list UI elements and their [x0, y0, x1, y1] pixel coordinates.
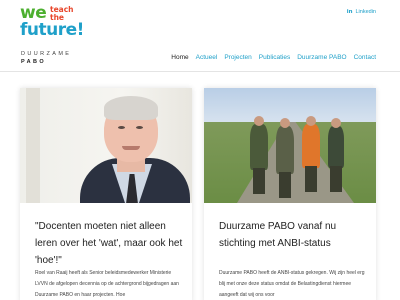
nav-item-actueel[interactable]: Actueel	[196, 54, 218, 61]
logo-word-future: future!	[20, 20, 84, 40]
news-card-anbi[interactable]: Duurzame PABO vanaf nu stichting met ANB…	[204, 88, 376, 300]
logo-subtitle-pabo: PABO	[21, 59, 47, 65]
logo[interactable]: we teach the future! DUURZAME PABO	[20, 5, 84, 67]
logo-subtitle-duurzame: DUURZAME	[21, 51, 72, 57]
linkedin-icon: in	[346, 9, 353, 15]
card-excerpt: Duurzame PABO heeft de ANBI-status gekre…	[219, 270, 365, 298]
nav-item-duurzame-pabo[interactable]: Duurzame PABO	[297, 54, 346, 61]
card-excerpt: Roel van Raaij heeft als Senior beleidsm…	[35, 270, 179, 298]
linkedin-link[interactable]: in Linkedin	[347, 9, 376, 15]
nav-item-contact[interactable]: Contact	[354, 54, 376, 61]
header-divider	[0, 71, 400, 72]
nav-item-publicaties[interactable]: Publicaties	[259, 54, 290, 61]
linkedin-label: Linkedin	[355, 9, 377, 15]
card-title[interactable]: "Docenten moeten niet alleen leren over …	[35, 218, 185, 269]
news-card-interview[interactable]: "Docenten moeten niet alleen leren over …	[20, 88, 192, 300]
nav-item-projecten[interactable]: Projecten	[224, 54, 251, 61]
nav-item-home[interactable]: Home	[171, 54, 188, 61]
main-nav: Home Actueel Projecten Publicaties Duurz…	[171, 54, 376, 61]
portrait-image	[20, 88, 192, 203]
outdoor-photo-image	[204, 88, 376, 203]
card-title[interactable]: Duurzame PABO vanaf nu stichting met ANB…	[219, 218, 369, 252]
